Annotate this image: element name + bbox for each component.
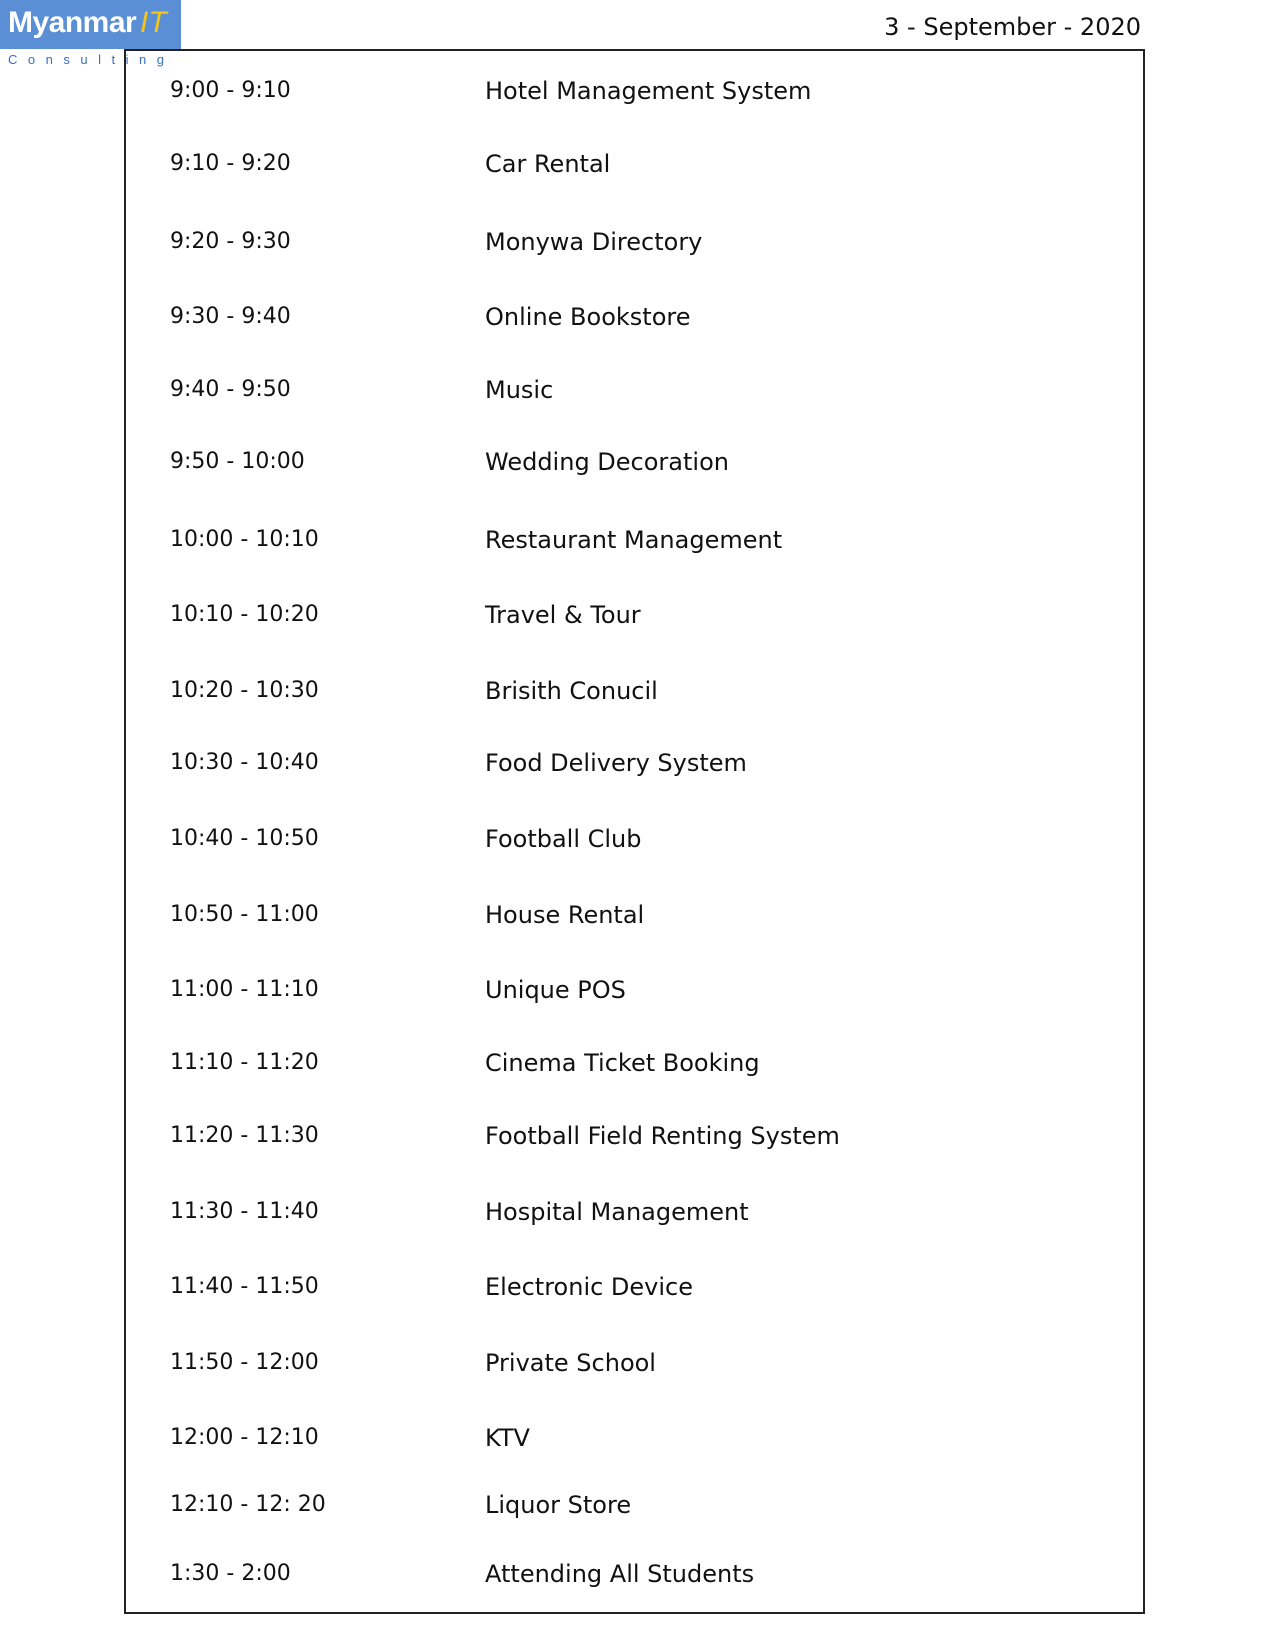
time-slot: 10:00 - 10:10 — [170, 527, 319, 552]
project-title: Online Bookstore — [485, 303, 691, 331]
project-title: Electronic Device — [485, 1273, 694, 1301]
project-title: Private School — [485, 1349, 656, 1377]
time-slot: 1:30 - 2:00 — [170, 1561, 291, 1586]
project-title: Brisith Conucil — [485, 677, 658, 705]
time-slot: 10:20 - 10:30 — [170, 678, 319, 703]
project-title: Unique POS — [485, 976, 626, 1004]
project-title: Liquor Store — [485, 1491, 632, 1519]
project-title: Football Club — [485, 825, 642, 853]
project-title: Wedding Decoration — [485, 448, 729, 476]
time-slot: 10:40 - 10:50 — [170, 826, 319, 851]
project-title: Music — [485, 376, 554, 404]
time-slot: 11:30 - 11:40 — [170, 1199, 319, 1224]
project-title: Travel & Tour — [485, 601, 641, 629]
time-slot: 11:40 - 11:50 — [170, 1274, 319, 1299]
logo-accent-text: IT — [140, 6, 167, 39]
time-slot: 10:10 - 10:20 — [170, 602, 319, 627]
project-title: Hospital Management — [485, 1198, 749, 1226]
project-title: Monywa Directory — [485, 228, 703, 256]
time-slot: 9:10 - 9:20 — [170, 151, 291, 176]
project-title: Restaurant Management — [485, 526, 783, 554]
time-slot: 12:10 - 12: 20 — [170, 1492, 326, 1517]
schedule-date: 3 - September - 2020 — [884, 13, 1141, 41]
project-title: Cinema Ticket Booking — [485, 1049, 760, 1077]
time-slot: 11:20 - 11:30 — [170, 1123, 319, 1148]
project-title: Football Field Renting System — [485, 1122, 840, 1150]
time-slot: 10:30 - 10:40 — [170, 750, 319, 775]
project-title: KTV — [485, 1424, 530, 1452]
time-slot: 12:00 - 12:10 — [170, 1425, 319, 1450]
logo-main-text: Myanmar — [8, 6, 137, 39]
time-slot: 9:20 - 9:30 — [170, 229, 291, 254]
project-title: Hotel Management System — [485, 77, 812, 105]
time-slot: 9:50 - 10:00 — [170, 449, 305, 474]
time-slot: 9:40 - 9:50 — [170, 377, 291, 402]
time-slot: 11:10 - 11:20 — [170, 1050, 319, 1075]
time-slot: 9:30 - 9:40 — [170, 304, 291, 329]
project-title: House Rental — [485, 901, 645, 929]
time-slot: 9:00 - 9:10 — [170, 78, 291, 103]
project-title: Car Rental — [485, 150, 611, 178]
time-slot: 11:00 - 11:10 — [170, 977, 319, 1002]
project-title: Attending All Students — [485, 1560, 755, 1588]
project-title: Food Delivery System — [485, 749, 747, 777]
time-slot: 10:50 - 11:00 — [170, 902, 319, 927]
time-slot: 11:50 - 12:00 — [170, 1350, 319, 1375]
